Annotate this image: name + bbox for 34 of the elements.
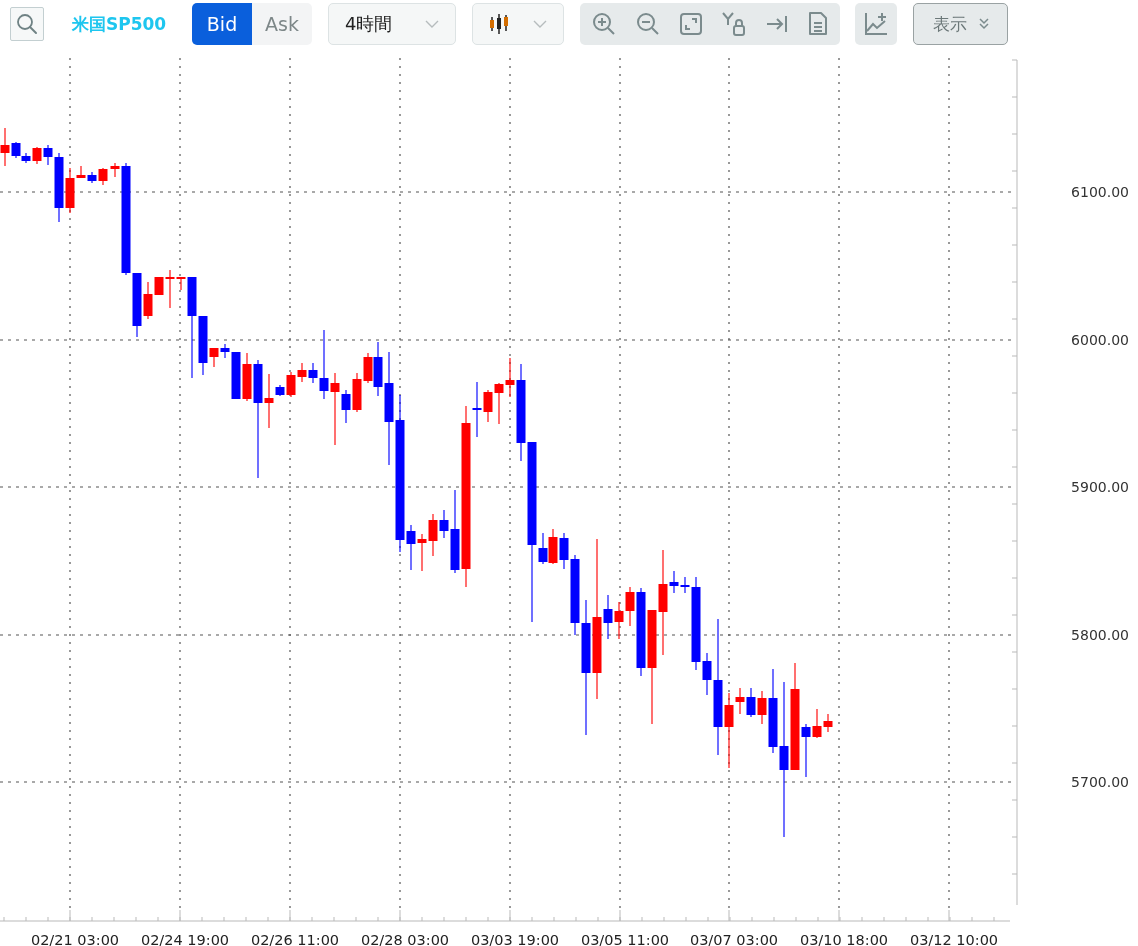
time-label: 02/28 03:00: [360, 932, 450, 946]
document-icon[interactable]: [808, 12, 828, 36]
price-label: 5700.00: [1071, 774, 1129, 790]
time-label: 03/03 19:00: [470, 932, 560, 946]
arrow-to-right-icon[interactable]: [766, 15, 788, 33]
time-label: 03/10 18:00: [799, 932, 889, 946]
time-label: 02/21 03:00: [30, 932, 120, 946]
timeframe-dropdown[interactable]: 4時間: [328, 3, 456, 45]
view-menu-button[interactable]: 表示: [913, 3, 1008, 45]
fit-screen-icon[interactable]: [680, 13, 702, 35]
time-label: 03/05 11:00: [580, 932, 670, 946]
price-side-tab[interactable]: Bid: [192, 3, 252, 45]
time-label: 03/12 10:00: [909, 932, 999, 946]
time-label: 02/26 11:00: [250, 932, 340, 946]
time-label: 02/24 19:00: [140, 932, 230, 946]
symbol-title: 米国SP500: [72, 12, 168, 36]
price-label: 5800.00: [1071, 627, 1129, 643]
price-label: 6000.00: [1071, 332, 1129, 348]
add-indicator-button[interactable]: [855, 3, 897, 45]
chart-type-dropdown[interactable]: [472, 3, 564, 45]
chevron-down-icon: [533, 20, 547, 28]
chevron-down-icon: [425, 20, 439, 28]
double-chevron-down-icon: [978, 18, 989, 30]
chart-plus-icon: [864, 12, 888, 36]
price-side-tab[interactable]: Ask: [252, 3, 312, 45]
candlestick-icon: [489, 13, 509, 35]
time-label: 03/07 03:00: [689, 932, 779, 946]
zoom-in-icon[interactable]: [592, 12, 616, 36]
price-label: 5900.00: [1071, 479, 1129, 495]
search-button[interactable]: [10, 7, 44, 41]
zoom-out-icon[interactable]: [636, 12, 660, 36]
y-axis-lock-icon[interactable]: [722, 12, 746, 36]
price-label: 6100.00: [1071, 184, 1129, 200]
search-icon: [16, 13, 38, 35]
